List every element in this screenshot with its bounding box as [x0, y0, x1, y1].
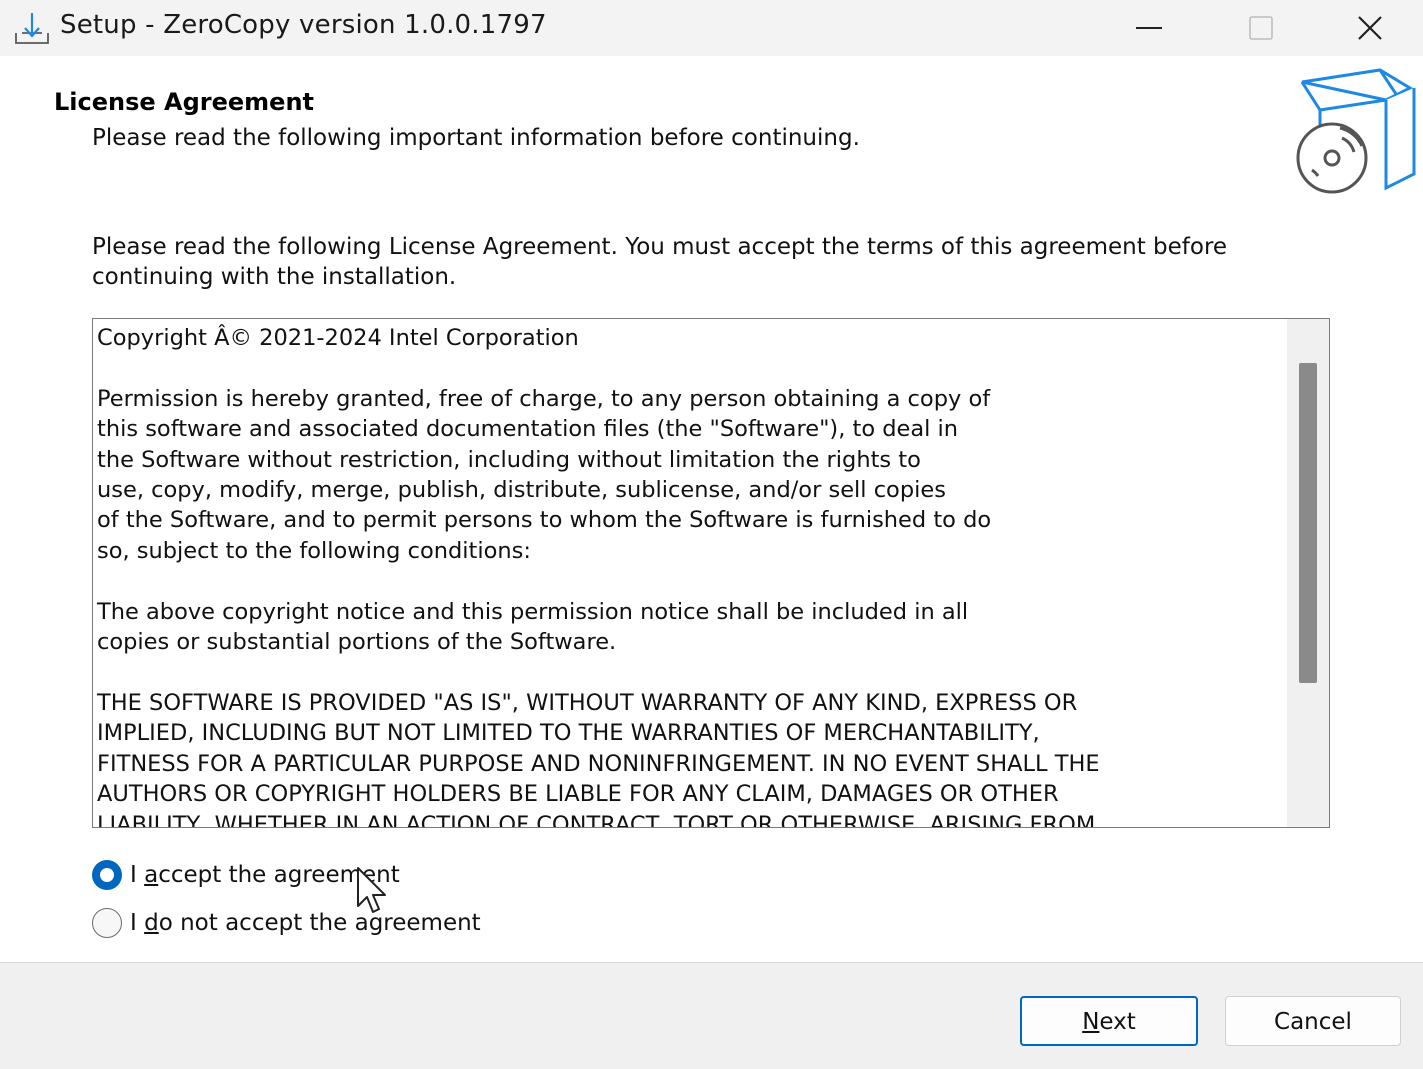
decline-radio[interactable] — [92, 908, 122, 938]
mouse-cursor-icon — [356, 866, 390, 920]
scrollbar-thumb[interactable] — [1299, 363, 1317, 683]
close-icon — [1358, 16, 1382, 40]
accept-agreement-option[interactable]: I accept the agreement — [92, 858, 400, 892]
footer-bar — [0, 962, 1423, 1069]
maximize-icon — [1249, 16, 1273, 40]
next-button[interactable]: Next — [1020, 996, 1198, 1046]
accept-radio[interactable] — [92, 860, 122, 890]
page-subtitle: Please read the following important info… — [92, 125, 860, 151]
minimize-icon — [1136, 27, 1162, 29]
decline-label[interactable]: I do not accept the agreement — [130, 910, 481, 936]
page-title: License Agreement — [54, 88, 315, 116]
close-button[interactable] — [1317, 0, 1423, 56]
window-title: Setup - ZeroCopy version 1.0.0.1797 — [60, 10, 547, 40]
decline-agreement-option[interactable]: I do not accept the agreement — [92, 906, 481, 940]
software-box-disc-icon — [1290, 66, 1420, 196]
cancel-button[interactable]: Cancel — [1225, 996, 1401, 1046]
setup-app-icon — [14, 9, 50, 47]
vertical-scrollbar[interactable] — [1287, 319, 1329, 827]
title-bar: Setup - ZeroCopy version 1.0.0.1797 — [0, 0, 1423, 56]
license-textbox[interactable]: Copyright Â© 2021-2024 Intel Corporation… — [92, 318, 1330, 828]
license-text: Copyright Â© 2021-2024 Intel Corporation… — [97, 325, 1100, 828]
intro-text: Please read the following License Agreem… — [92, 234, 1228, 290]
maximize-button[interactable] — [1205, 0, 1317, 56]
minimize-button[interactable] — [1093, 0, 1205, 56]
